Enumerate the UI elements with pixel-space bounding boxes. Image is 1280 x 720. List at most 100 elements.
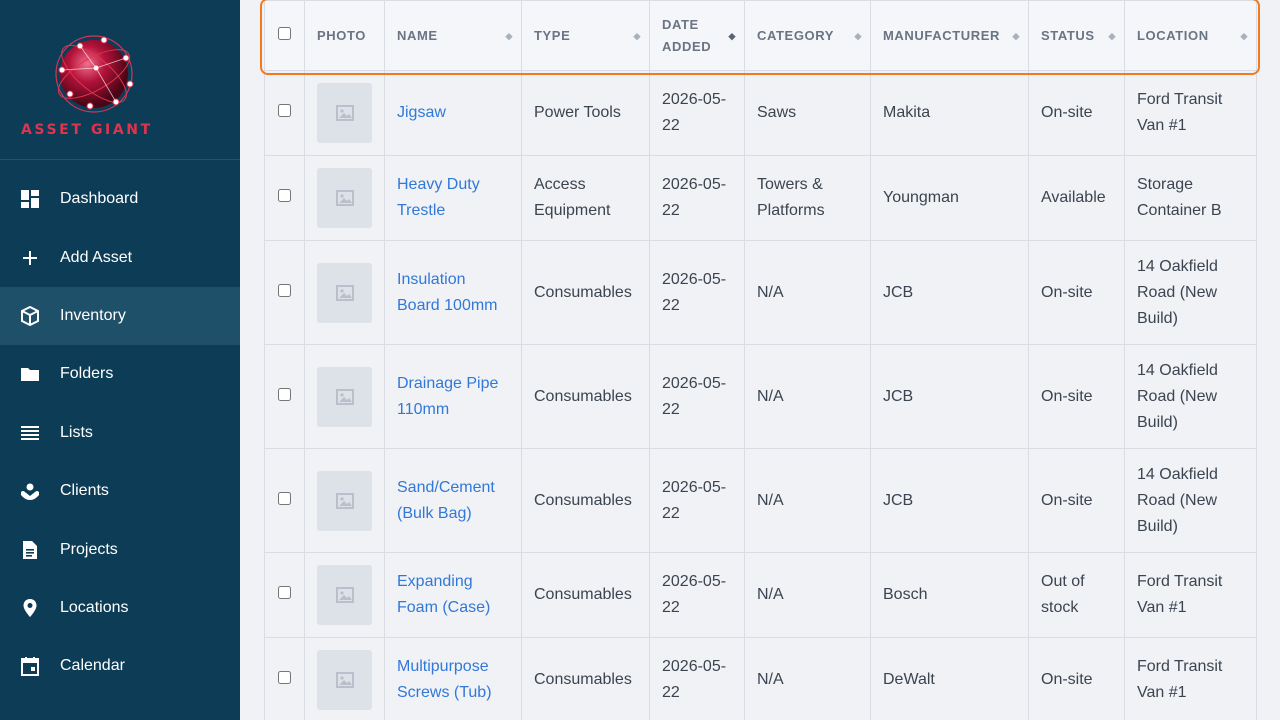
- row-checkbox[interactable]: [278, 283, 291, 297]
- name-cell: Multipurpose Screws (Tub): [384, 637, 522, 720]
- category-cell: Towers & Platforms: [744, 155, 871, 241]
- select-all-checkbox[interactable]: [278, 26, 291, 40]
- sort-icon[interactable]: ◆: [505, 25, 513, 47]
- column-label: NAME: [397, 27, 438, 43]
- asset-name-link[interactable]: Sand/Cement (Bulk Bag): [397, 479, 495, 522]
- row-checkbox[interactable]: [278, 671, 291, 684]
- date-added-cell: 2026-05-22: [649, 448, 745, 553]
- location-cell: 14 Oakfield Road (New Build): [1124, 448, 1257, 553]
- box-icon: [20, 305, 40, 326]
- row-checkbox[interactable]: [278, 104, 291, 117]
- date-added-cell: 2026-05-22: [649, 70, 745, 156]
- column-header-photo: PHOTO: [304, 0, 385, 71]
- image-placeholder-icon[interactable]: [317, 83, 372, 143]
- image-placeholder-icon[interactable]: [317, 470, 372, 531]
- sidebar-item-label: Clients: [60, 482, 109, 500]
- type-cell: Power Tools: [521, 70, 650, 156]
- location-cell: Ford Transit Van #1: [1124, 552, 1257, 638]
- row-select-cell: [264, 70, 305, 156]
- column-header-type[interactable]: TYPE ◆: [521, 0, 650, 71]
- sort-icon[interactable]: ◆: [1240, 25, 1248, 47]
- table-row[interactable]: Jigsaw Power Tools 2026-05-22 Saws Makita On-…: [264, 70, 1257, 156]
- folder-icon: [20, 364, 40, 384]
- sort-icon[interactable]: ◆: [1108, 25, 1116, 47]
- row-checkbox[interactable]: [278, 586, 291, 599]
- asset-name-link[interactable]: Expanding Foam (Case): [397, 573, 490, 616]
- category-cell: Saws: [744, 70, 871, 156]
- image-placeholder-icon[interactable]: [317, 366, 372, 427]
- table-body: Jigsaw Power Tools 2026-05-22 Saws Makita On-…: [264, 70, 1257, 720]
- location-cell: Ford Transit Van #1: [1124, 70, 1257, 156]
- date-added-cell: 2026-05-22: [649, 155, 745, 241]
- list-icon: [20, 423, 40, 443]
- column-header-category[interactable]: CATEGORY ◆: [744, 0, 871, 71]
- sidebar-item-folders[interactable]: Folders: [0, 345, 240, 403]
- asset-name-link[interactable]: Insulation Board 100mm: [397, 271, 498, 314]
- type-cell: Consumables: [521, 448, 650, 553]
- clients-icon: [20, 481, 40, 501]
- photo-cell: [304, 240, 385, 345]
- sidebar-item-inventory[interactable]: Inventory: [0, 286, 240, 346]
- table-row[interactable]: Insulation Board 100mm Consumables 2026-05…: [264, 240, 1257, 345]
- row-checkbox[interactable]: [278, 189, 291, 202]
- column-label: TYPE: [534, 27, 571, 43]
- name-cell: Heavy Duty Trestle: [384, 155, 522, 241]
- status-cell: On-site: [1028, 70, 1125, 156]
- sort-icon[interactable]: ◆: [633, 25, 641, 47]
- asset-giant-logo[interactable]: [50, 32, 138, 116]
- sidebar-item-label: Inventory: [60, 306, 126, 324]
- sidebar-item-dashboard[interactable]: Dashboard: [0, 170, 240, 228]
- row-checkbox[interactable]: [278, 387, 291, 401]
- sidebar-item-label: Folders: [60, 365, 114, 383]
- name-cell: Insulation Board 100mm: [384, 240, 522, 345]
- photo-cell: [304, 70, 385, 156]
- column-header-status[interactable]: STATUS ◆: [1028, 0, 1125, 71]
- asset-name-link[interactable]: Drainage Pipe 110mm: [397, 375, 498, 418]
- column-header-date-added[interactable]: DATE ADDED ◆: [649, 0, 745, 71]
- column-label: PHOTO: [317, 27, 366, 43]
- column-header-manufacturer[interactable]: MANUFACTURER ◆: [870, 0, 1029, 71]
- image-placeholder-icon[interactable]: [317, 565, 372, 625]
- location-pin-icon: [20, 598, 40, 618]
- manufacturer-cell: Youngman: [870, 155, 1029, 241]
- row-checkbox[interactable]: [278, 491, 291, 505]
- sort-desc-icon[interactable]: ◆: [728, 25, 736, 47]
- table-row[interactable]: Multipurpose Screws (Tub) Consumables 2026…: [264, 637, 1257, 720]
- table-row[interactable]: Heavy Duty Trestle Access Equipment 2026-0…: [264, 155, 1257, 241]
- image-placeholder-icon[interactable]: [317, 650, 372, 710]
- column-label: STATUS: [1041, 27, 1095, 43]
- image-placeholder-icon[interactable]: [317, 168, 372, 228]
- column-header-location[interactable]: LOCATION ◆: [1124, 0, 1257, 71]
- manufacturer-cell: JCB: [870, 240, 1029, 345]
- manufacturer-cell: DeWalt: [870, 637, 1029, 720]
- sort-icon[interactable]: ◆: [1012, 25, 1020, 47]
- date-added-cell: 2026-05-22: [649, 637, 745, 720]
- sidebar-nav: Dashboard Add Asset Inventory Folders Li…: [0, 170, 240, 696]
- asset-name-link[interactable]: Heavy Duty Trestle: [397, 176, 480, 219]
- sidebar-item-clients[interactable]: Clients: [0, 462, 240, 520]
- sidebar-item-lists[interactable]: Lists: [0, 404, 240, 462]
- row-select-cell: [264, 240, 305, 345]
- table-row[interactable]: Sand/Cement (Bulk Bag) Consumables 2026-05…: [264, 448, 1257, 553]
- asset-name-link[interactable]: Jigsaw: [397, 104, 446, 121]
- sidebar: ASSET GIANT Dashboard Add Asset Inventor…: [0, 0, 240, 720]
- sidebar-item-projects[interactable]: Projects: [0, 520, 240, 578]
- sidebar-item-locations[interactable]: Locations: [0, 579, 240, 637]
- document-icon: [20, 540, 40, 560]
- photo-cell: [304, 552, 385, 638]
- image-placeholder-icon[interactable]: [317, 262, 372, 323]
- sidebar-item-add-asset[interactable]: Add Asset: [0, 228, 240, 286]
- status-cell: Available: [1028, 155, 1125, 241]
- date-added-value: 2026-05-22: [662, 270, 727, 314]
- sidebar-item-calendar[interactable]: Calendar: [0, 637, 240, 695]
- column-header-name[interactable]: NAME ◆: [384, 0, 522, 71]
- table-row[interactable]: Expanding Foam (Case) Consumables 2026-05-…: [264, 552, 1257, 638]
- photo-cell: [304, 448, 385, 553]
- sort-icon[interactable]: ◆: [854, 25, 862, 47]
- row-select-cell: [264, 637, 305, 720]
- table-row[interactable]: Drainage Pipe 110mm Consumables 2026-05-22…: [264, 344, 1257, 449]
- category-cell: N/A: [744, 344, 871, 449]
- asset-name-link[interactable]: Multipurpose Screws (Tub): [397, 658, 492, 701]
- category-cell: N/A: [744, 637, 871, 720]
- manufacturer-cell: JCB: [870, 344, 1029, 449]
